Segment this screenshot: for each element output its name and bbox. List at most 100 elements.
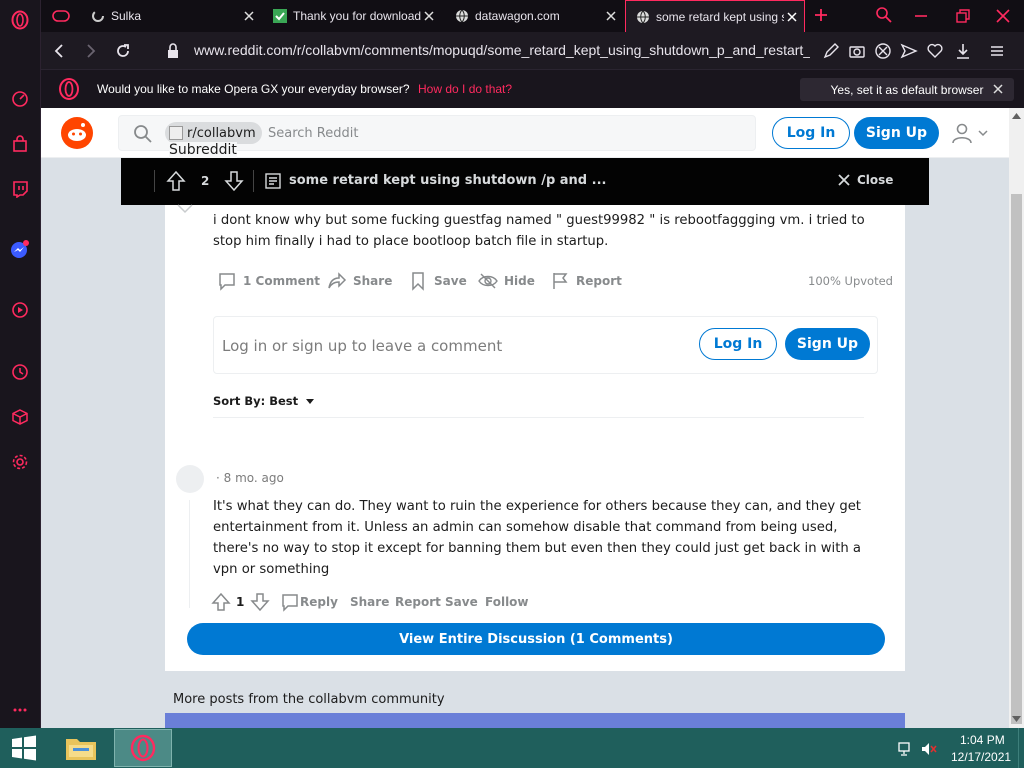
search-bar[interactable]: r/collabvm Search Reddit Subreddit <box>118 115 756 158</box>
save-button[interactable]: Save <box>408 271 467 291</box>
tab-label: Thank you for download <box>293 9 421 23</box>
reload-icon[interactable] <box>113 41 133 61</box>
shopping-bag-icon[interactable] <box>8 132 32 156</box>
close-tab-icon[interactable] <box>603 8 619 24</box>
clock-time[interactable]: 1:04 PM <box>960 733 1005 747</box>
comment-follow-button[interactable]: Follow <box>485 592 529 612</box>
tab-label: some retard kept using s <box>656 9 784 24</box>
comment-thread-line[interactable] <box>189 500 190 608</box>
close-tab-icon[interactable] <box>241 8 257 24</box>
tab-reddit-active[interactable]: some retard kept using s <box>625 0 805 32</box>
comment-signup-button[interactable]: Sign Up <box>785 328 870 360</box>
report-button[interactable]: Report <box>550 271 622 291</box>
show-desktop-button[interactable] <box>1018 728 1024 768</box>
set-default-button[interactable]: Yes, set it as default browser <box>800 78 1014 101</box>
comment-avatar[interactable] <box>176 465 204 493</box>
restore-window-icon[interactable] <box>955 8 971 28</box>
comments-button[interactable]: 1 Comment <box>217 271 320 291</box>
scroll-thumb[interactable] <box>1011 194 1022 724</box>
close-tab-icon[interactable] <box>784 9 800 25</box>
comment-report-button[interactable]: Report <box>395 592 441 612</box>
snapshot-camera-icon[interactable] <box>847 41 867 61</box>
ad-block-icon[interactable] <box>873 41 893 61</box>
minimize-window-icon[interactable] <box>913 8 929 28</box>
edit-page-icon[interactable] <box>821 41 841 61</box>
downvote-arrow-icon <box>250 593 270 612</box>
comment-share-button[interactable]: Share <box>350 592 389 612</box>
hide-button[interactable]: Hide <box>478 271 535 291</box>
heart-icon[interactable] <box>925 41 945 61</box>
comment-bubble-icon <box>219 273 235 291</box>
subreddit-chip[interactable]: r/collabvm <box>165 122 262 144</box>
gx-control-icon[interactable] <box>8 87 32 111</box>
page-scrollbar[interactable] <box>1009 108 1024 728</box>
user-menu[interactable] <box>951 122 989 144</box>
comment-reply-button[interactable]: Reply <box>280 592 338 612</box>
close-tab-icon[interactable] <box>421 8 437 24</box>
downvote-arrow-icon[interactable] <box>224 170 244 192</box>
send-icon[interactable] <box>899 41 919 61</box>
extensions-cube-icon[interactable] <box>8 405 32 429</box>
login-button[interactable]: Log In <box>772 117 850 149</box>
address-bar: www.reddit.com/r/collabvm/comments/mopuq… <box>41 32 1024 70</box>
banner-help-link[interactable]: How do I do that? <box>418 82 512 96</box>
messenger-icon[interactable] <box>8 238 32 262</box>
reply-label: Reply <box>300 595 338 609</box>
twitch-icon[interactable] <box>8 177 32 201</box>
clock-date[interactable]: 12/17/2021 <box>951 750 1011 764</box>
download-icon[interactable] <box>953 41 973 61</box>
scroll-up-icon[interactable] <box>1012 113 1021 119</box>
tab-bar: Sulka Thank you for download datawagon.c… <box>41 0 1024 32</box>
bookmark-icon <box>412 272 424 291</box>
subreddit-chip-label: r/collabvm <box>187 125 256 141</box>
new-tab-icon[interactable] <box>813 7 829 27</box>
comment-login-button[interactable]: Log In <box>699 328 777 360</box>
sort-dropdown[interactable]: Sort By: Best <box>213 394 316 408</box>
scroll-down-icon[interactable] <box>1012 716 1021 722</box>
opera-logo-icon <box>59 78 79 100</box>
more-options-icon[interactable] <box>8 698 32 722</box>
lock-icon[interactable] <box>163 41 183 61</box>
search-tabs-icon[interactable] <box>875 6 893 28</box>
back-arrow-icon[interactable] <box>49 41 69 61</box>
tab-sulka[interactable]: Sulka <box>81 0 261 32</box>
reddit-logo-icon[interactable] <box>61 117 93 149</box>
windows-taskbar: 1:04 PM 12/17/2021 <box>0 728 1024 768</box>
opera-gx-icon <box>130 734 156 762</box>
share-button[interactable]: Share <box>327 271 392 291</box>
comment-save-label: Save <box>445 595 478 609</box>
tab-datawagon[interactable]: datawagon.com <box>445 0 623 32</box>
gamepad-icon[interactable] <box>49 4 73 28</box>
comment-vote-count: 1 <box>236 595 245 609</box>
volume-muted-icon[interactable] <box>920 741 938 757</box>
share-arrow-icon <box>328 272 347 289</box>
comment-downvote-button[interactable] <box>250 592 270 612</box>
start-button[interactable] <box>0 728 48 768</box>
history-clock-icon[interactable] <box>8 360 32 384</box>
comment-upvote-button[interactable] <box>211 592 231 612</box>
post-downvote-arrow-icon[interactable] <box>176 204 194 214</box>
tab-label: datawagon.com <box>475 9 560 23</box>
player-icon[interactable] <box>8 298 32 322</box>
comment-save-button[interactable]: Save <box>445 592 478 612</box>
upvote-arrow-icon[interactable] <box>166 170 186 192</box>
url-field[interactable]: www.reddit.com/r/collabvm/comments/mopuq… <box>194 42 810 58</box>
forward-arrow-icon[interactable] <box>81 41 101 61</box>
opera-taskbar-button[interactable] <box>114 729 172 767</box>
tab-thank-you[interactable]: Thank you for download <box>263 0 441 32</box>
close-banner-icon[interactable] <box>992 83 1004 95</box>
post-body: i dont know why but some fucking guestfa… <box>213 213 865 249</box>
comment-bubble-icon <box>282 594 298 612</box>
file-explorer-taskbar-button[interactable] <box>58 731 104 765</box>
network-icon[interactable] <box>898 741 914 757</box>
menu-icon[interactable] <box>987 41 1007 61</box>
signup-button[interactable]: Sign Up <box>854 117 939 149</box>
folder-icon <box>66 739 96 760</box>
close-window-icon[interactable] <box>995 8 1011 28</box>
comment-report-label: Report <box>395 595 441 609</box>
upvote-percentage: 100% Upvoted <box>808 274 893 288</box>
settings-gear-icon[interactable] <box>8 450 32 474</box>
view-entire-discussion-button[interactable]: View Entire Discussion (1 Comments) <box>187 623 885 655</box>
opera-logo-icon[interactable] <box>8 8 32 32</box>
close-post-button[interactable]: Close <box>837 173 893 187</box>
